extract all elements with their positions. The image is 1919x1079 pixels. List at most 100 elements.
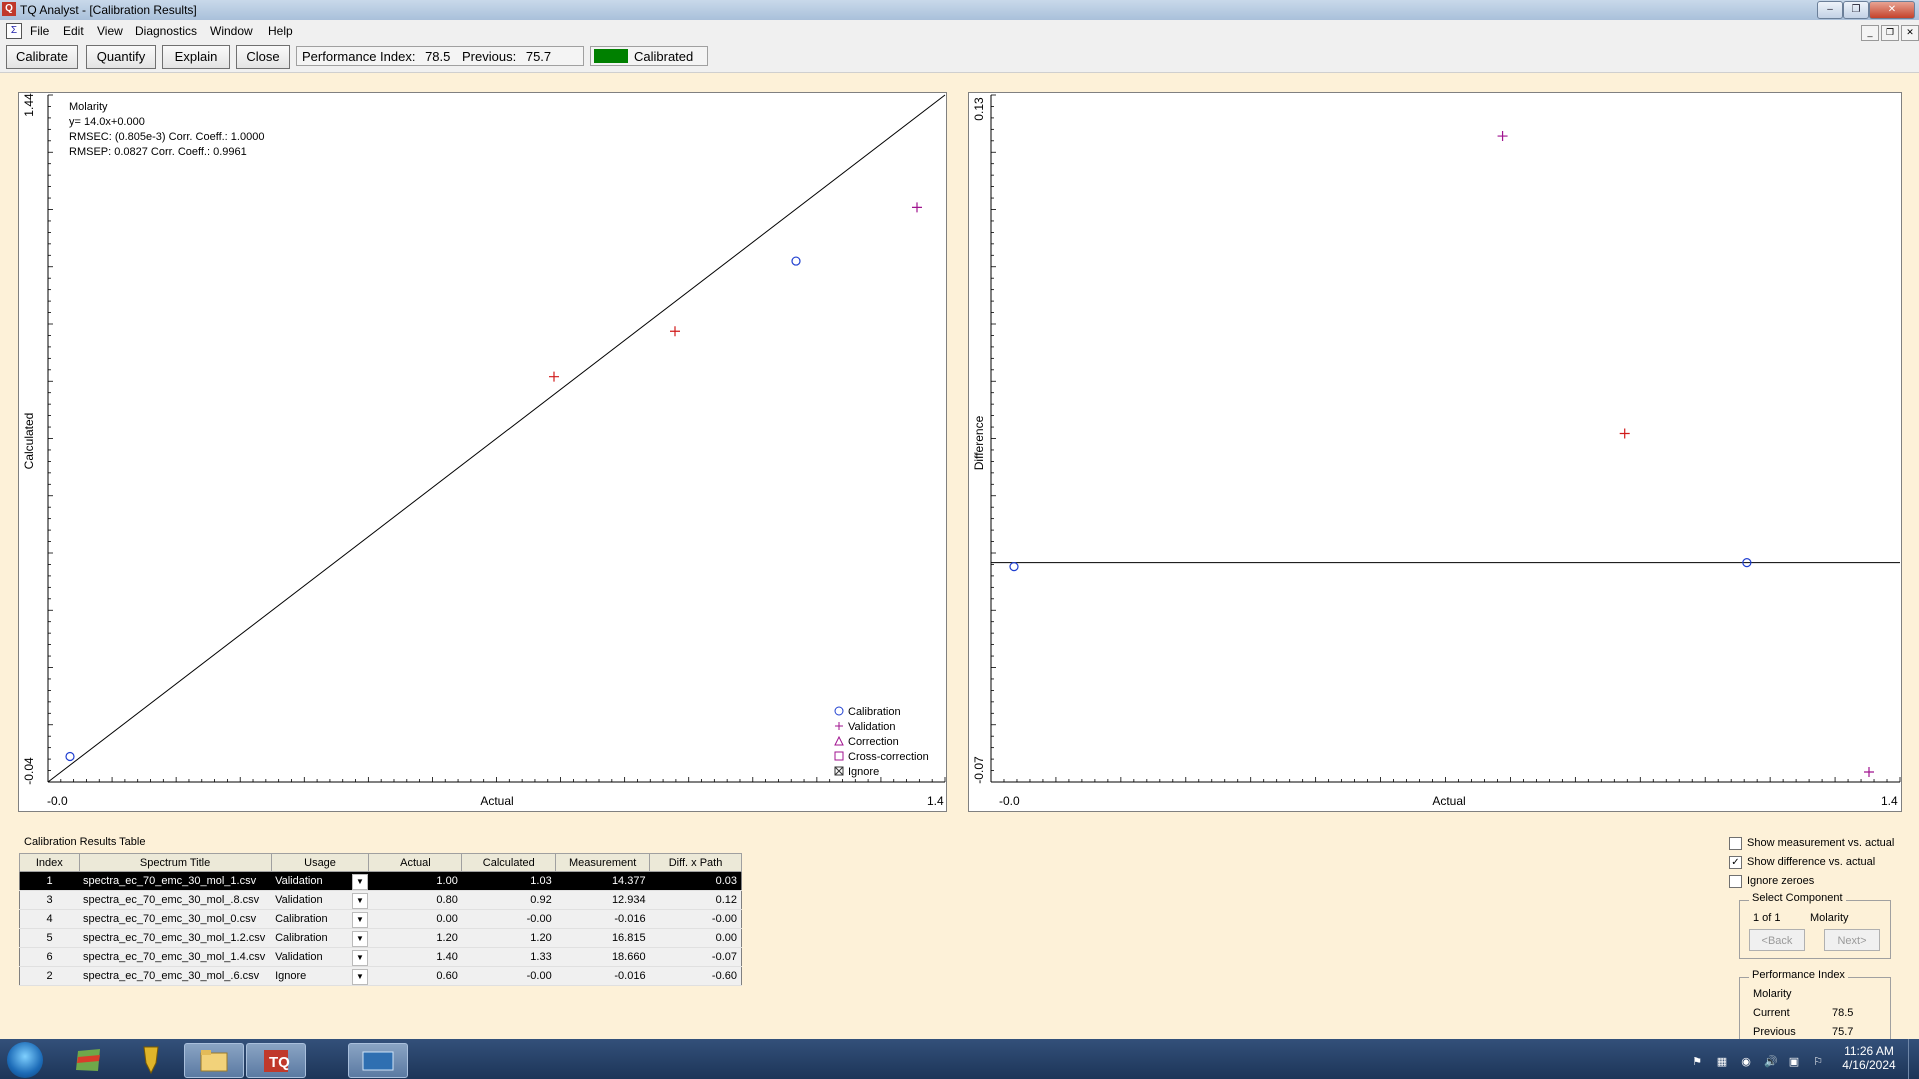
column-header-diff-x-path[interactable]: Diff. x Path <box>649 853 742 872</box>
validation-point <box>912 202 922 213</box>
folder-icon[interactable] <box>184 1043 244 1078</box>
restore-icon[interactable]: ❐ <box>1881 25 1899 41</box>
show-measurement-checkbox[interactable] <box>1729 837 1742 850</box>
table-row[interactable]: 2 spectra_ec_70_emc_30_mol_.6.csv Ignore ▼ 0… <box>19 966 742 986</box>
current-label: Current <box>1753 1007 1790 1019</box>
cell-usage[interactable]: Validation ▼ <box>271 871 369 891</box>
component-name: Molarity <box>1810 912 1849 924</box>
quantify-button[interactable]: Quantify <box>86 45 156 69</box>
menu-diagnostics[interactable]: Diagnostics <box>135 24 197 38</box>
calibration-plot[interactable]: Molarity y= 14.0x+0.000 RMSEC: (0.805e-3) … <box>18 92 947 812</box>
table-row[interactable]: 6 spectra_ec_70_emc_30_mol_1.4.csv Validat… <box>19 947 742 967</box>
explain-button[interactable]: Explain <box>162 45 230 69</box>
app-icon-gold[interactable] <box>122 1043 180 1076</box>
ignore-zeroes-checkbox[interactable] <box>1729 875 1742 888</box>
cell-diff-x-path-text: -0.00 <box>711 913 737 925</box>
cell-spectrum-title-text: spectra_ec_70_emc_30_mol_1.2.csv <box>83 932 266 944</box>
start-button-icon[interactable] <box>7 1042 43 1078</box>
cell-usage[interactable]: Validation ▼ <box>271 947 369 967</box>
table-row[interactable]: 3 spectra_ec_70_emc_30_mol_.8.csv Validati… <box>19 890 742 910</box>
difference-plot[interactable]: Difference 0.13 -0.07 -0.0 Actual 1.4 <box>968 92 1902 812</box>
chevron-down-icon[interactable]: ▼ <box>351 950 368 966</box>
cell-actual-text: 0.60 <box>436 970 458 982</box>
cell-spectrum-title: spectra_ec_70_emc_30_mol_1.csv <box>79 871 272 891</box>
security-icon[interactable]: ◉ <box>1740 1056 1752 1068</box>
cell-spectrum-title-text: spectra_ec_70_emc_30_mol_1.csv <box>83 875 257 887</box>
column-header-calculated[interactable]: Calculated <box>461 853 557 872</box>
menu-edit[interactable]: Edit <box>63 24 84 38</box>
chevron-down-icon[interactable]: ▼ <box>351 969 368 985</box>
volume-icon[interactable]: 🔊 <box>1764 1056 1778 1068</box>
cell-usage[interactable]: Calibration ▼ <box>271 909 369 929</box>
show-desktop-button[interactable] <box>1908 1039 1919 1079</box>
document-icon[interactable]: Σ <box>6 23 22 39</box>
table-row[interactable]: 1 spectra_ec_70_emc_30_mol_1.csv Validatio… <box>19 871 742 891</box>
display-icon[interactable] <box>348 1043 408 1078</box>
menu-file[interactable]: File <box>30 24 49 38</box>
cell-usage[interactable]: Validation ▼ <box>271 890 369 910</box>
table-row[interactable]: 4 spectra_ec_70_emc_30_mol_0.csv Calibrati… <box>19 909 742 929</box>
restore-icon[interactable]: ❐ <box>1843 1 1869 19</box>
column-header-spectrum-title[interactable]: Spectrum Title <box>78 853 272 872</box>
network-icon[interactable]: ▦ <box>1716 1056 1728 1068</box>
cell-usage-text: Calibration <box>275 913 328 925</box>
action-center-icon[interactable]: ⚐ <box>1812 1056 1824 1068</box>
minimize-icon[interactable]: – <box>1817 1 1843 19</box>
menu-help[interactable]: Help <box>268 24 293 38</box>
cell-calculated-text: 1.33 <box>530 951 552 963</box>
cell-measurement-text: 16.815 <box>611 932 646 944</box>
menu-window[interactable]: Window <box>210 24 253 38</box>
x-axis-label: Actual <box>480 794 513 808</box>
component-name: Molarity <box>69 101 108 113</box>
cell-usage[interactable]: Ignore ▼ <box>271 966 369 986</box>
menu-view[interactable]: View <box>97 24 123 38</box>
calibration-point <box>1009 562 1019 572</box>
close-icon[interactable]: ✕ <box>1869 1 1915 19</box>
tq-analyst-icon: Q <box>2 2 16 16</box>
cell-measurement-text: 18.660 <box>611 951 646 963</box>
chevron-down-icon[interactable]: ▼ <box>351 893 368 909</box>
calibration-point <box>791 256 801 266</box>
close-icon[interactable]: ✕ <box>1901 25 1919 41</box>
cell-usage-text: Validation <box>275 951 323 963</box>
next-button[interactable]: Next> <box>1824 929 1880 951</box>
legend-label: Cross-correction <box>848 751 929 763</box>
column-header-measurement[interactable]: Measurement <box>555 853 651 872</box>
cell-spectrum-title-text: spectra_ec_70_emc_30_mol_0.csv <box>83 913 257 925</box>
chevron-down-icon[interactable]: ▼ <box>351 931 368 947</box>
table-header-row: Index Spectrum Title Usage Actual Calcul… <box>19 853 742 872</box>
chevron-down-icon[interactable]: ▼ <box>351 874 368 890</box>
cell-measurement: 18.660 <box>555 947 650 967</box>
column-header-actual[interactable]: Actual <box>368 853 463 872</box>
column-header-index[interactable]: Index <box>19 853 80 872</box>
cell-actual: 1.40 <box>368 947 462 967</box>
system-clock[interactable]: 11:26 AM 4/16/2024 <box>1834 1044 1904 1072</box>
column-header-usage[interactable]: Usage <box>270 853 370 872</box>
back-button[interactable]: <Back <box>1749 929 1805 951</box>
windows-explorer-icon[interactable] <box>60 1043 118 1076</box>
minimize-icon[interactable]: _ <box>1861 25 1879 41</box>
cell-usage[interactable]: Calibration ▼ <box>271 928 369 948</box>
calibrate-button[interactable]: Calibrate <box>6 45 78 69</box>
show-difference-checkbox[interactable]: ✓ <box>1729 856 1742 869</box>
cell-index-text: 6 <box>46 951 53 963</box>
cell-calculated: 0.92 <box>461 890 556 910</box>
legend-ignore-icon <box>834 766 844 776</box>
cell-measurement: 16.815 <box>555 928 650 948</box>
cell-actual-text: 1.00 <box>436 875 458 887</box>
cell-diff-x-path: 0.03 <box>649 871 742 891</box>
rmsec-text: RMSEC: (0.805e-3) Corr. Coeff.: 1.0000 <box>69 131 264 143</box>
previous-value: 75.7 <box>525 49 552 64</box>
cell-actual-text: 1.20 <box>436 932 458 944</box>
table-row[interactable]: 5 spectra_ec_70_emc_30_mol_1.2.csv Calibra… <box>19 928 742 948</box>
tq-analyst-icon[interactable]: TQ <box>246 1043 306 1078</box>
flag-icon[interactable]: ⚑ <box>1691 1056 1703 1068</box>
cell-actual-text: 0.00 <box>436 913 458 925</box>
close-button[interactable]: Close <box>236 45 290 69</box>
component-position: 1 of 1 <box>1753 912 1781 924</box>
chevron-down-icon[interactable]: ▼ <box>351 912 368 928</box>
cell-diff-x-path-text: 0.12 <box>715 894 737 906</box>
cell-diff-x-path: -0.07 <box>649 947 742 967</box>
display-tray-icon[interactable]: ▣ <box>1788 1056 1800 1068</box>
cell-diff-x-path-text: 0.03 <box>715 875 737 887</box>
